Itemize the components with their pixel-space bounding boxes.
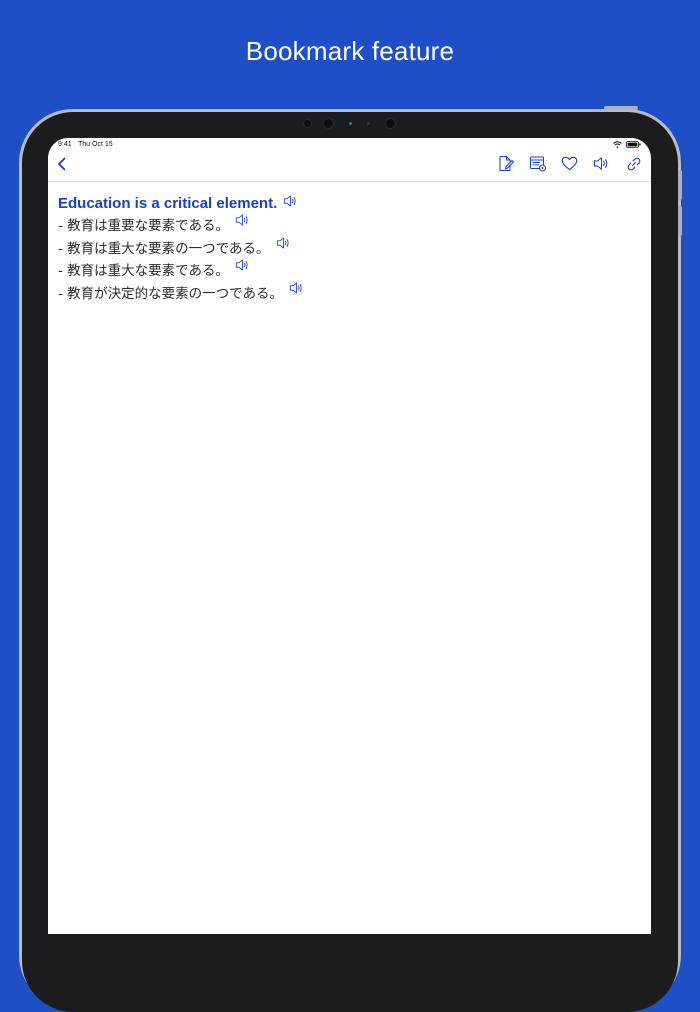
wifi-icon: [613, 141, 622, 150]
translation-row: - 教育は重大な要素である。: [58, 258, 641, 284]
status-time: 9:41: [58, 141, 72, 148]
translation-row: - 教育は重大な要素の一つである。: [58, 236, 641, 262]
entry-title-row: Education is a critical element.: [58, 194, 641, 216]
speaker-icon[interactable]: [289, 281, 305, 295]
sensor-dot: [303, 119, 312, 128]
play-audio-button[interactable]: [592, 156, 611, 176]
title-speaker-icon[interactable]: [283, 194, 299, 208]
link-button[interactable]: [624, 156, 643, 176]
navigation-bar: [48, 152, 651, 182]
device-volume-up-button: [678, 170, 682, 200]
speaker-icon[interactable]: [235, 258, 251, 272]
translation-text: - 教育は重要な要素である。: [58, 218, 230, 234]
translation-row: - 教育は重要な要素である。: [58, 213, 641, 239]
sensor-dot-small: [367, 122, 370, 125]
favorite-button[interactable]: [560, 156, 579, 176]
headline: Bookmark feature: [245, 36, 455, 66]
app-screen: 9:41 Thu Oct 15 Education is a critical …: [48, 138, 651, 934]
status-date: Thu Oct 15: [78, 141, 113, 148]
status-bar: 9:41 Thu Oct 15: [48, 138, 651, 152]
device-top-button: [604, 106, 638, 110]
list-settings-button[interactable]: [528, 156, 547, 176]
back-button[interactable]: [52, 156, 72, 176]
speaker-icon: [593, 156, 610, 176]
translation-text: - 教育が決定的な要素の一つである。: [58, 286, 284, 303]
toolbar: [496, 156, 643, 176]
speaker-icon[interactable]: [276, 236, 292, 250]
translation-text: - 教育は重大な要素である。: [58, 263, 230, 280]
link-icon: [626, 156, 642, 177]
chevron-left-icon: [57, 157, 67, 176]
entry-title: Education is a critical element.: [58, 195, 278, 212]
list-settings-icon: [529, 155, 547, 177]
translation-text: - 教育は重大な要素の一つである。: [58, 240, 270, 257]
entry-content: Education is a critical element. - 教育は重要…: [58, 194, 641, 307]
translation-row: - 教育が決定的な要素の一つである。: [58, 281, 641, 307]
heart-icon: [561, 156, 578, 176]
device-volume-down-button: [678, 206, 682, 236]
speaker-icon[interactable]: [235, 213, 251, 227]
camera-lens: [323, 118, 334, 129]
status-indicators: [613, 141, 641, 150]
translation-list: - 教育は重要な要素である。 - 教育は重大な要素の一つである。 - 教育は重大な要…: [58, 213, 641, 307]
edit-note-icon: [497, 155, 514, 177]
sensor-dot-large: [385, 118, 396, 129]
edit-note-button[interactable]: [496, 156, 515, 176]
indicator-light: [349, 122, 352, 125]
battery-icon: [626, 141, 641, 150]
camera-array: [300, 118, 400, 130]
